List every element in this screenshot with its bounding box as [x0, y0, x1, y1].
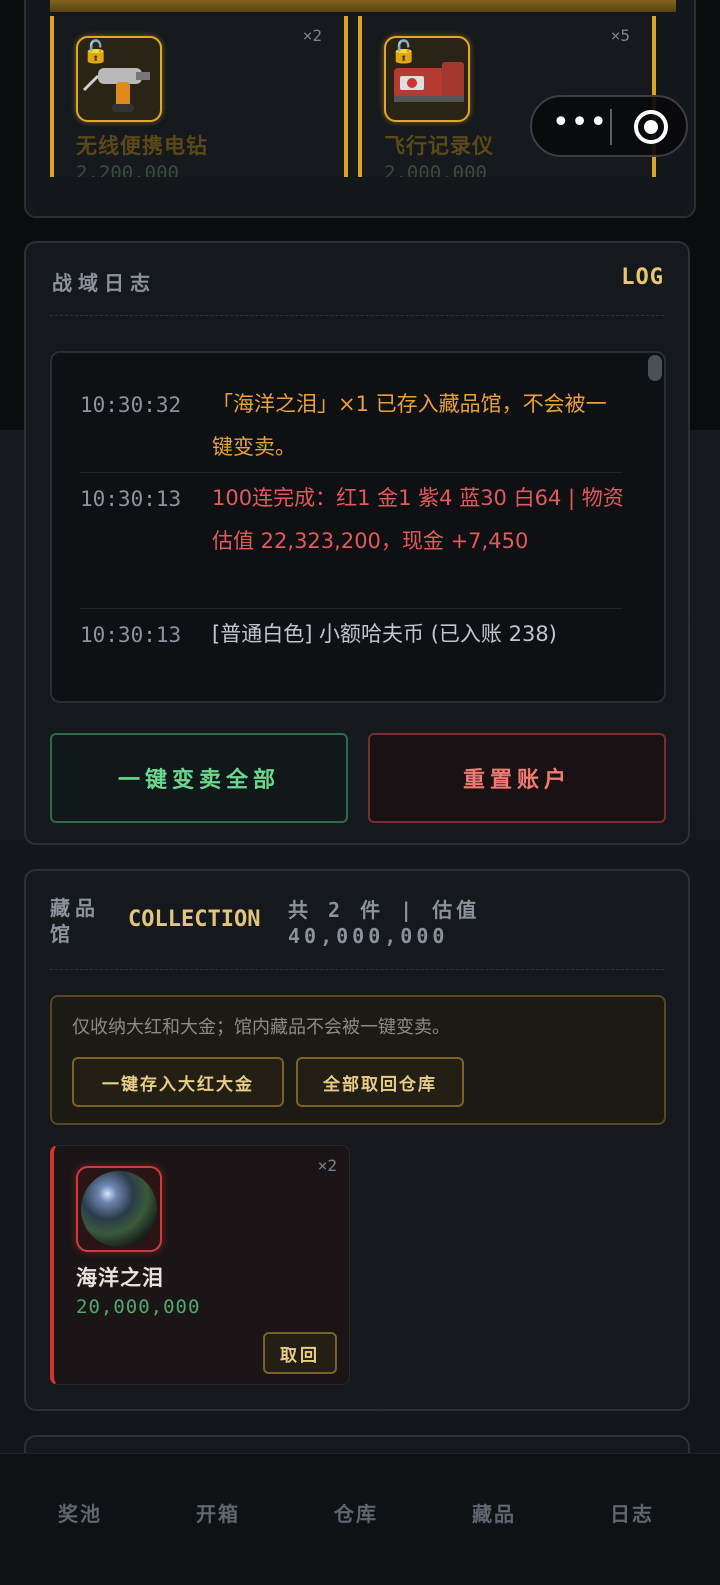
log-entry: 10:30:13 [普通白色] 小额哈夫币 (已入账 238) — [80, 622, 622, 701]
drill-icon: 🔓 — [76, 36, 162, 122]
retrieve-all-button[interactable]: 全部取回仓库 — [296, 1057, 464, 1107]
sell-all-button[interactable]: 一键变卖全部 — [50, 733, 348, 823]
lock-icon: 🔓 — [82, 40, 110, 65]
scrollbar-thumb[interactable] — [648, 355, 662, 381]
mini-program-capsule: ••• — [530, 95, 688, 157]
item-value: 2,200,000 — [76, 162, 179, 177]
notice-text: 仅收纳大红和大金；馆内藏品不会被一键变卖。 — [72, 1017, 450, 1038]
divider — [50, 315, 664, 316]
collection-panel: 藏品馆 COLLECTION 共 2 件 | 估值 40,000,000 仅收纳… — [24, 869, 690, 1411]
close-mini-program-icon[interactable] — [634, 110, 668, 144]
log-panel-tag: LOG — [621, 265, 664, 290]
warehouse-item-card[interactable]: ×2 🔓 无线便携电钻 2,200,000 — [50, 16, 348, 177]
bottom-nav: 奖池 开箱 仓库 藏品 日志 — [0, 1453, 720, 1585]
page: ×2 🔓 无线便携电钻 2,200,000 ×5 🔓 飞行记录仪 2,000,0… — [0, 0, 720, 1585]
reset-account-button[interactable]: 重置账户 — [368, 733, 666, 823]
flight-recorder-icon: 🔓 — [384, 36, 470, 122]
log-message: 100连完成：红1 金1 紫4 蓝30 白64 | 物资估值 22,323,20… — [212, 486, 624, 553]
item-value: 2,000,000 — [384, 162, 487, 177]
log-entry: 10:30:32 「海洋之泪」×1 已存入藏品馆，不会被一键变卖。 — [80, 392, 622, 473]
item-quantity: ×5 — [610, 26, 630, 45]
item-name: 无线便携电钻 — [76, 134, 208, 158]
log-time: 10:30:13 — [80, 487, 182, 511]
item-value: 20,000,000 — [76, 1296, 201, 1318]
more-menu-icon[interactable]: ••• — [552, 108, 607, 141]
collection-notice: 仅收纳大红和大金；馆内藏品不会被一键变卖。 一键存入大红大金 全部取回仓库 — [50, 995, 666, 1125]
log-entry: 10:30:13 100连完成：红1 金1 紫4 蓝30 白64 | 物资估值 … — [80, 486, 624, 609]
log-message: 「海洋之泪」×1 已存入藏品馆，不会被一键变卖。 — [212, 392, 607, 459]
log-time: 10:30:32 — [80, 393, 182, 417]
collection-tag: COLLECTION — [128, 907, 261, 932]
log-panel: 战域日志 LOG 10:30:32 「海洋之泪」×1 已存入藏品馆，不会被一键变… — [24, 241, 690, 845]
log-time: 10:30:13 — [80, 623, 182, 647]
collection-summary: 共 2 件 | 估值 40,000,000 — [288, 898, 481, 948]
capsule-divider — [610, 109, 612, 145]
nav-item-log[interactable]: 日志 — [592, 1498, 672, 1527]
log-panel-title: 战域日志 — [52, 271, 156, 295]
nav-item-warehouse[interactable]: 仓库 — [316, 1498, 396, 1527]
item-name: 海洋之泪 — [76, 1266, 164, 1290]
retrieve-item-button[interactable]: 取回 — [263, 1332, 337, 1374]
item-quantity: ×2 — [302, 26, 322, 45]
previous-row-cards — [50, 0, 676, 12]
collection-title: 藏品馆 — [50, 896, 100, 946]
item-name: 飞行记录仪 — [384, 134, 494, 158]
store-red-gold-button[interactable]: 一键存入大红大金 — [72, 1057, 284, 1107]
pearl-icon — [76, 1166, 162, 1252]
nav-item-prize-pool[interactable]: 奖池 — [40, 1498, 120, 1527]
log-message: [普通白色] 小额哈夫币 (已入账 238) — [212, 622, 557, 646]
nav-item-collection[interactable]: 藏品 — [454, 1498, 534, 1527]
collection-item-card[interactable]: ×2 海洋之泪 20,000,000 取回 — [50, 1145, 350, 1385]
pearl-image — [81, 1171, 157, 1247]
lock-icon: 🔓 — [390, 40, 418, 65]
item-quantity: ×2 — [317, 1156, 337, 1175]
nav-item-open-box[interactable]: 开箱 — [178, 1498, 258, 1527]
divider — [50, 969, 664, 970]
log-list[interactable]: 10:30:32 「海洋之泪」×1 已存入藏品馆，不会被一键变卖。 10:30:… — [50, 351, 666, 703]
